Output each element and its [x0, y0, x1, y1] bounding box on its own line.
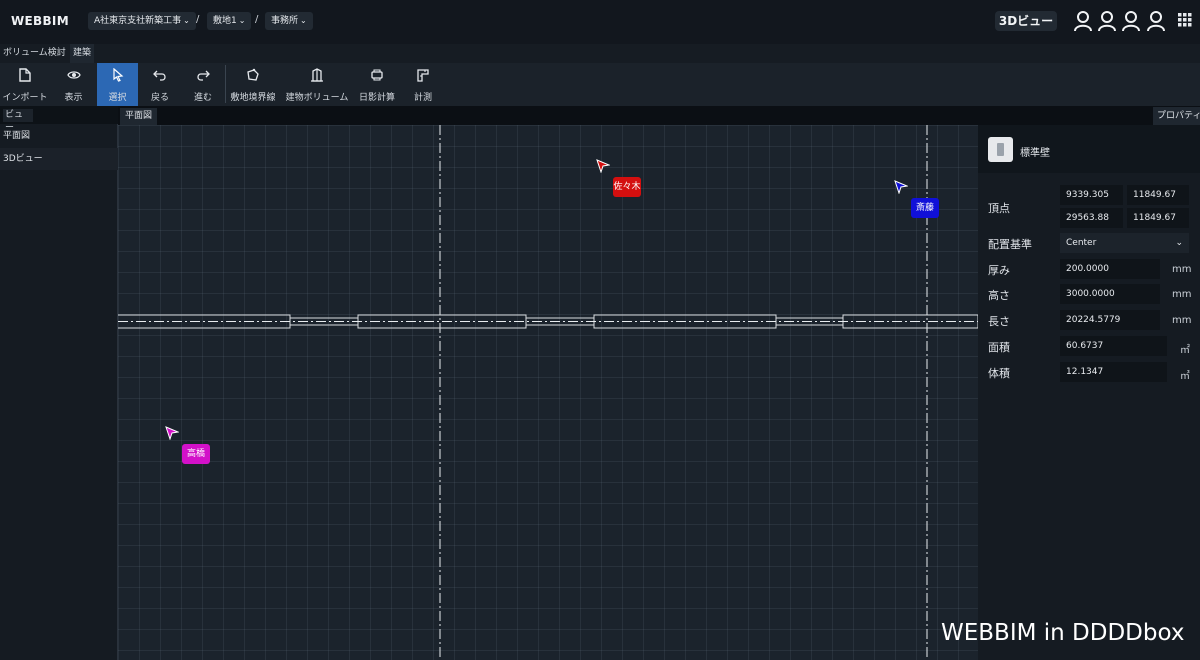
building-volume-button[interactable]: 建物ボリューム [285, 63, 349, 106]
height-label: 高さ [988, 289, 1010, 302]
building-icon [311, 68, 323, 82]
properties-panel: 標準壁 頂点 9339.305 11849.67 29563.88 11849.… [978, 125, 1200, 660]
thickness-label: 厚み [988, 264, 1010, 277]
tab-plan-view[interactable]: 平面図 [120, 108, 158, 125]
cursor-label-takahashi: 高橋 [182, 444, 210, 464]
plan-drawing [118, 125, 978, 660]
select-button[interactable]: 選択 [97, 63, 138, 106]
redo-button[interactable]: 進む [185, 63, 221, 106]
chevron-down-icon: ⌄ [300, 16, 307, 25]
file-icon [19, 68, 31, 82]
chevron-down-icon: ⌄ [183, 16, 190, 25]
placement-label: 配置基準 [988, 238, 1032, 251]
shadow-calc-label: 日影計算 [358, 93, 395, 103]
volume-label: 体積 [988, 367, 1010, 380]
tab-properties[interactable]: プロパティ [1153, 107, 1200, 125]
cursor-label-sasaki: 佐々木 [613, 177, 641, 197]
pointer-icon [112, 68, 123, 82]
cursor-arrow-icon [596, 159, 610, 173]
breadcrumb-separator: / [196, 14, 200, 25]
site-boundary-icon [247, 68, 259, 81]
placement-value: Center [1066, 238, 1097, 248]
canvas-tab-bar: 平面図 [118, 106, 1153, 125]
vertex-x2-field[interactable]: 29563.88 [1060, 208, 1123, 228]
vertex-y2-field[interactable]: 11849.67 [1127, 208, 1189, 228]
vertex-label: 頂点 [988, 202, 1010, 215]
view-item-plan[interactable]: 平面図 [0, 125, 118, 147]
volume-field[interactable]: 12.1347 [1060, 362, 1167, 382]
import-label: インポート [2, 93, 48, 103]
plan-canvas[interactable]: 佐々木 斎藤 高橋 [118, 125, 978, 660]
undo-label: 戻る [150, 93, 169, 103]
eye-icon [66, 71, 81, 79]
placement-select[interactable]: Center ⌄ [1060, 233, 1189, 253]
area-unit: ㎡ [1180, 345, 1190, 356]
app-grid-icon[interactable] [1178, 13, 1192, 27]
undo-icon [153, 70, 166, 81]
breadcrumb-site-label: 敷地1 [213, 16, 237, 26]
breadcrumb-project-label: A社東京支社新築工事 [94, 16, 182, 26]
site-boundary-button[interactable]: 敷地境界線 [229, 63, 277, 106]
cursor-label-saito: 斎藤 [911, 198, 939, 218]
user-avatar-icon[interactable] [1146, 10, 1166, 32]
toolbar: インポート 表示 選択 戻る 進む 敷地境界線 建物ボリューム 日影計算 計測 [0, 63, 1200, 106]
chevron-down-icon: ⌄ [1175, 238, 1183, 248]
user-avatar-icon[interactable] [1097, 10, 1117, 32]
undo-button[interactable]: 戻る [142, 63, 178, 106]
wall-type-icon [988, 137, 1013, 162]
height-field[interactable]: 3000.0000 [1060, 284, 1160, 304]
breadcrumb-separator: / [255, 14, 259, 25]
toolbar-divider [225, 65, 226, 103]
properties-header: 標準壁 [978, 125, 1200, 173]
cursor-arrow-icon [894, 180, 908, 194]
redo-icon [197, 70, 210, 81]
breadcrumb-site[interactable]: 敷地1 ⌄ [207, 12, 252, 30]
site-boundary-label: 敷地境界線 [230, 93, 276, 103]
measure-icon [417, 69, 429, 82]
cursor-arrow-icon [165, 426, 179, 440]
breadcrumb-building[interactable]: 事務所 ⌄ [265, 12, 313, 30]
view-panel-header: ビュー [0, 106, 118, 133]
chevron-down-icon: ⌄ [238, 16, 246, 25]
user-avatar-icon[interactable] [1073, 10, 1093, 32]
breadcrumb-building-label: 事務所 [271, 16, 299, 26]
vertex-x1-field[interactable]: 9339.305 [1060, 185, 1123, 205]
view-panel: ビュー 平面図 3Dビュー [0, 106, 118, 660]
length-field[interactable]: 20224.5779 [1060, 310, 1160, 330]
view-panel-tab[interactable]: ビュー [3, 109, 33, 133]
display-button[interactable]: 表示 [50, 63, 97, 106]
tab-architecture[interactable]: 建築 [70, 44, 95, 63]
breadcrumb-project[interactable]: A社東京支社新築工事 ⌄ [88, 12, 196, 30]
area-field[interactable]: 60.6737 [1060, 336, 1167, 356]
height-unit: mm [1172, 289, 1192, 300]
user-avatar-icon[interactable] [1121, 10, 1141, 32]
area-label: 面積 [988, 341, 1010, 354]
view-3d-button[interactable]: 3Dビュー [995, 11, 1057, 31]
watermark-caption: WEBBIM in DDDDbox [941, 620, 1185, 646]
tab-volume-study[interactable]: ボリューム検討 [0, 44, 69, 63]
vertex-y1-field[interactable]: 11849.67 [1127, 185, 1189, 205]
top-bar: WEBBIM A社東京支社新築工事 ⌄ / 敷地1 ⌄ / 事務所 ⌄ 3Dビュー [0, 0, 1200, 44]
select-label: 選択 [108, 93, 127, 103]
display-label: 表示 [64, 93, 83, 103]
length-unit: mm [1172, 315, 1192, 326]
measure-button[interactable]: 計測 [405, 63, 441, 106]
mode-tabs: ボリューム検討 建築 [0, 44, 1200, 63]
volume-unit: ㎥ [1180, 371, 1190, 382]
app-logo[interactable]: WEBBIM [11, 14, 69, 28]
measure-label: 計測 [413, 93, 432, 103]
import-button[interactable]: インポート [0, 63, 50, 106]
redo-label: 進む [193, 93, 212, 103]
building-volume-label: 建物ボリューム [285, 93, 349, 103]
wall-type-title: 標準壁 [1020, 148, 1050, 159]
view-item-3d[interactable]: 3Dビュー [0, 148, 118, 170]
shadow-calc-icon [371, 69, 383, 81]
properties-tab-bar: プロパティ [1153, 106, 1200, 125]
thickness-unit: mm [1172, 264, 1192, 275]
thickness-field[interactable]: 200.0000 [1060, 259, 1160, 279]
shadow-calc-button[interactable]: 日影計算 [357, 63, 397, 106]
length-label: 長さ [988, 315, 1010, 328]
